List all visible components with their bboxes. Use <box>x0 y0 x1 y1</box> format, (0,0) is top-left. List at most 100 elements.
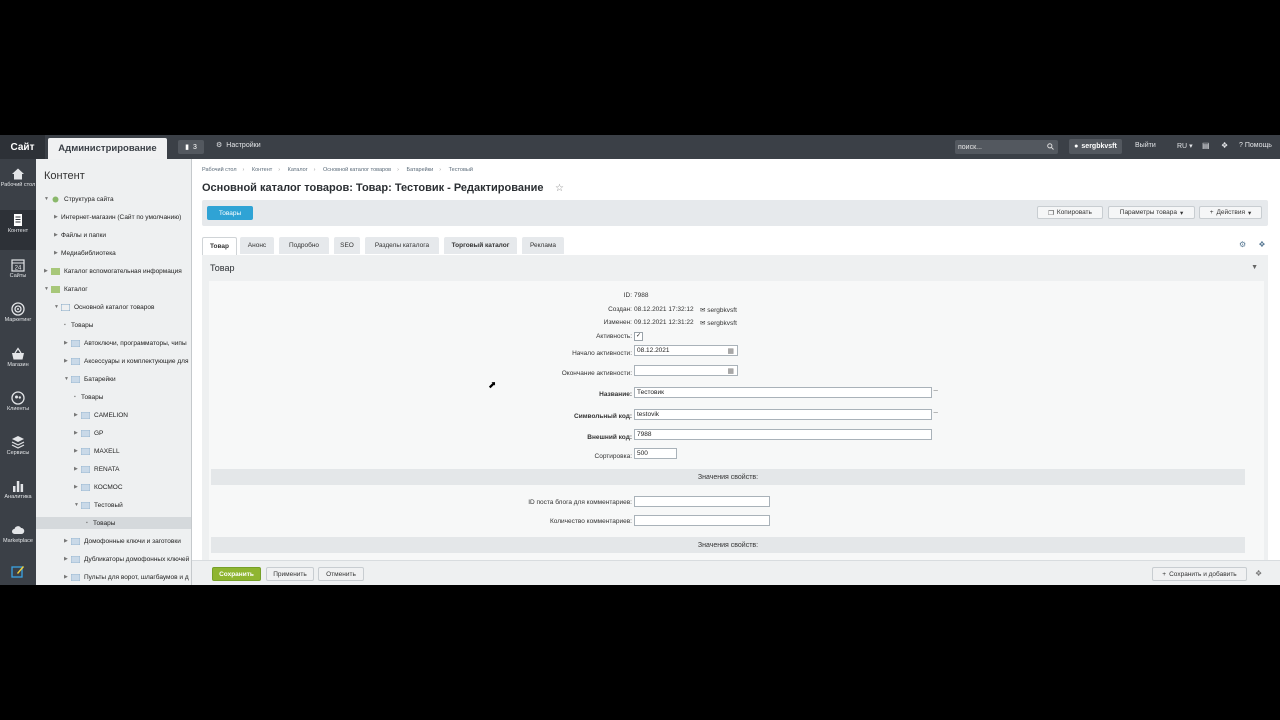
collapse-arrow-icon[interactable]: ▼ <box>64 376 71 382</box>
admin-tab[interactable]: Администрирование <box>48 138 167 159</box>
collapse-arrow-icon[interactable]: ▼ <box>74 502 81 508</box>
tree-item[interactable]: ▼ Каталог <box>44 283 88 295</box>
tree-item[interactable]: ▼ Тестовый <box>74 499 123 511</box>
tab-advertising[interactable]: Реклама <box>522 237 564 254</box>
expand-arrow-icon[interactable]: ▶ <box>54 250 61 256</box>
help-link[interactable]: ? Помощь <box>1239 142 1272 149</box>
menu-sites[interactable]: 24 Сайты <box>0 258 36 288</box>
tree-item[interactable]: ▶ Интернет-магазин (Сайт по умолчанию) <box>54 211 181 223</box>
tree-item[interactable]: ▶ Пульты для ворот, шлагбаумов и д <box>64 571 189 583</box>
code-field[interactable]: testovik <box>634 409 932 420</box>
edit-menu-button[interactable] <box>0 564 36 582</box>
name-field[interactable]: Тестовик <box>634 387 932 398</box>
menu-marketplace[interactable]: Marketplace <box>0 523 36 553</box>
tab-announce[interactable]: Анонс <box>240 237 274 254</box>
site-button[interactable]: Сайт <box>0 135 45 159</box>
product-params-button[interactable]: Параметры товара ▾ <box>1108 206 1195 219</box>
search-icon[interactable] <box>1047 143 1054 152</box>
apply-button[interactable]: Применить <box>266 567 314 581</box>
translit-icon[interactable]: ⚊ <box>933 386 938 393</box>
save-and-add-button[interactable]: + Сохранить и добавить <box>1152 567 1247 581</box>
tree-item[interactable]: ▶ КОСМОС <box>74 481 123 493</box>
expand-arrow-icon[interactable]: ▶ <box>54 232 61 238</box>
expand-arrow-icon[interactable]: ▶ <box>44 268 51 274</box>
end-date-field[interactable]: ▦ <box>634 365 738 376</box>
gear-icon[interactable]: ⚙ <box>1239 240 1246 249</box>
copy-button[interactable]: ❐ Копировать <box>1037 206 1103 219</box>
tree-item[interactable]: ▶ RENATA <box>74 463 119 475</box>
calendar-icon[interactable]: ▦ <box>727 347 734 355</box>
tree-item[interactable]: ▪ Товары <box>64 319 93 331</box>
actions-button[interactable]: + Действия ▾ <box>1199 206 1262 219</box>
expand-arrow-icon[interactable]: ▶ <box>64 340 71 346</box>
expand-arrow-icon[interactable]: ▶ <box>74 466 81 472</box>
tree-item[interactable]: ▶ GP <box>74 427 103 439</box>
breadcrumb-link[interactable]: Контент <box>252 167 272 173</box>
expand-arrow-icon[interactable]: ▶ <box>64 556 71 562</box>
save-button[interactable]: Сохранить <box>212 567 261 581</box>
menu-marketing[interactable]: Маркетинг <box>0 302 36 332</box>
expand-arrow-icon[interactable]: ▶ <box>74 412 81 418</box>
active-checkbox[interactable]: ✓ <box>634 332 643 341</box>
calendar-icon[interactable]: ▦ <box>727 367 734 375</box>
search-input[interactable]: поиск... <box>955 140 1058 154</box>
tree-item[interactable]: ▶ MAXELL <box>74 445 120 457</box>
back-to-list-button[interactable]: Товары <box>207 206 253 220</box>
external-code-field[interactable]: 7988 <box>634 429 932 440</box>
menu-desktop[interactable]: Рабочий стол <box>0 167 36 207</box>
menu-shop[interactable]: Магазин <box>0 347 36 377</box>
tree-item[interactable]: ▪ Товары <box>74 391 103 403</box>
tree-item[interactable]: ▼ Основной каталог товаров <box>54 301 154 313</box>
tab-trade-catalog[interactable]: Торговый каталог <box>444 237 517 254</box>
breadcrumb-link[interactable]: Основной каталог товаров <box>323 167 391 173</box>
language-selector[interactable]: RU ▾ <box>1177 142 1193 150</box>
tree-item[interactable]: ▶ Файлы и папки <box>54 229 106 241</box>
expand-arrow-icon[interactable]: ▶ <box>64 574 71 580</box>
tree-item[interactable]: ▶ Аксессуары и комплектующие для <box>64 355 188 367</box>
favorite-star-icon[interactable]: ☆ <box>555 183 564 194</box>
comments-count-field[interactable] <box>634 515 770 526</box>
collapse-arrow-icon[interactable]: ▼ <box>44 196 51 202</box>
breadcrumb-link[interactable]: Рабочий стол <box>202 167 237 173</box>
breadcrumb-link[interactable]: Каталог <box>288 167 308 173</box>
expand-arrow-icon[interactable]: ▶ <box>64 358 71 364</box>
menu-analytics[interactable]: Аналитика <box>0 479 36 509</box>
pin-footer-icon[interactable]: ❖ <box>1255 569 1262 578</box>
expand-arrow-icon[interactable]: ▶ <box>74 448 81 454</box>
tree-item-selected[interactable]: ▪ Товары <box>36 517 191 529</box>
tree-item[interactable]: ▼ Структура сайта <box>44 193 114 205</box>
tab-product[interactable]: Товар <box>202 237 237 255</box>
menu-content[interactable]: Контент <box>0 210 36 250</box>
blog-post-id-field[interactable] <box>634 496 770 507</box>
expand-arrow-icon[interactable]: ▶ <box>74 430 81 436</box>
breadcrumb-link[interactable]: Батарейки <box>406 167 433 173</box>
tree-item[interactable]: ▶ Дубликаторы домофонных ключей <box>64 553 189 565</box>
tree-item[interactable]: ▶ Домофонные ключи и заготовки <box>64 535 181 547</box>
tree-item[interactable]: ▼ Батарейки <box>64 373 116 385</box>
tab-seo[interactable]: SEO <box>334 237 360 254</box>
tab-details[interactable]: Подробно <box>279 237 329 254</box>
settings-button[interactable]: ⚙ Настройки <box>216 141 261 150</box>
pin-icon[interactable]: ❖ <box>1258 240 1265 249</box>
notifications-button[interactable]: ▮ 3 <box>178 140 204 154</box>
tree-item[interactable]: ▶ CAMELION <box>74 409 128 421</box>
sort-field[interactable]: 500 <box>634 448 677 459</box>
cancel-button[interactable]: Отменить <box>318 567 364 581</box>
pin-icon[interactable]: ❖ <box>1221 141 1228 150</box>
user-button[interactable]: ● sergbkvsft <box>1069 139 1122 154</box>
tree-item[interactable]: ▶ Медиабиблиотека <box>54 247 116 259</box>
collapse-section-icon[interactable]: ▼ <box>1251 264 1258 271</box>
tree-item[interactable]: ▶ Каталог вспомогательная информация <box>44 265 182 277</box>
collapse-arrow-icon[interactable]: ▼ <box>44 286 51 292</box>
logout-link[interactable]: Выйти <box>1135 142 1156 149</box>
changed-user-link[interactable]: ✉ sergbkvsft <box>700 319 737 327</box>
translit-link-icon[interactable]: ⚊ <box>933 408 938 415</box>
created-user-link[interactable]: ✉ sergbkvsft <box>700 306 737 314</box>
expand-arrow-icon[interactable]: ▶ <box>74 484 81 490</box>
breadcrumb-link[interactable]: Тестовый <box>449 167 473 173</box>
tab-catalog-sections[interactable]: Разделы каталога <box>365 237 439 254</box>
start-date-field[interactable]: 08.12.2021 ▦ <box>634 345 738 356</box>
collapse-arrow-icon[interactable]: ▼ <box>54 304 61 310</box>
menu-clients[interactable]: Клиенты <box>0 391 36 421</box>
menu-services[interactable]: Сервисы <box>0 435 36 465</box>
